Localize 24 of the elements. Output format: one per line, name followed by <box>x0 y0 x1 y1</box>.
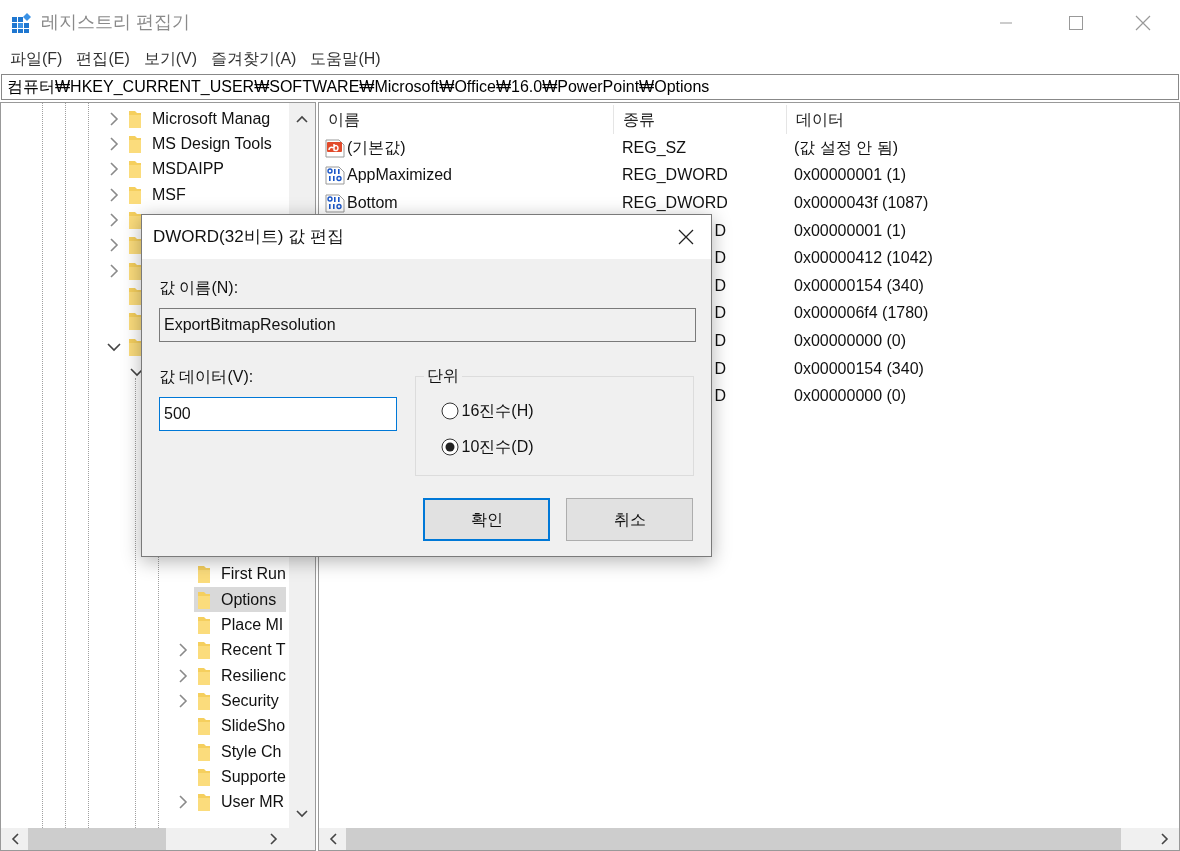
value-data: 0x000006f4 (1780) <box>794 304 929 322</box>
value-type: REG_SZ <box>622 137 686 158</box>
value-type: D <box>714 303 726 324</box>
value-type: D <box>714 386 726 407</box>
field-label: 값 이름(N): <box>159 278 240 298</box>
value-type: REG_DWORD <box>622 193 728 213</box>
value-type: D <box>714 275 726 296</box>
value-data: 0x00000001 (1) <box>794 166 907 184</box>
value-data: 0x00000000 (0) <box>794 331 907 349</box>
value-data: 0x00000154 (340) <box>794 276 924 294</box>
value-type: D <box>714 358 726 379</box>
value-data: 0x00000001 (1) <box>794 221 907 239</box>
value-type: D <box>714 330 726 351</box>
window-title: 레지스트리 편집기 <box>41 11 190 34</box>
value-type: D <box>714 248 726 269</box>
value-data: (값 설정 안 됨) <box>794 138 898 156</box>
value-data: 0x00000412 (1042) <box>794 249 933 267</box>
dialog-title: DWORD(32비트) 값 편집 <box>153 226 344 249</box>
value-type: D <box>714 220 726 241</box>
value-data: 0x0000043f (1087) <box>794 194 929 211</box>
value-data: 0x00000000 (0) <box>794 387 907 405</box>
value-data: 0x00000154 (340) <box>794 359 924 377</box>
field-label: 값 데이터(V): <box>159 367 255 387</box>
value-type: REG_DWORD <box>622 165 728 186</box>
